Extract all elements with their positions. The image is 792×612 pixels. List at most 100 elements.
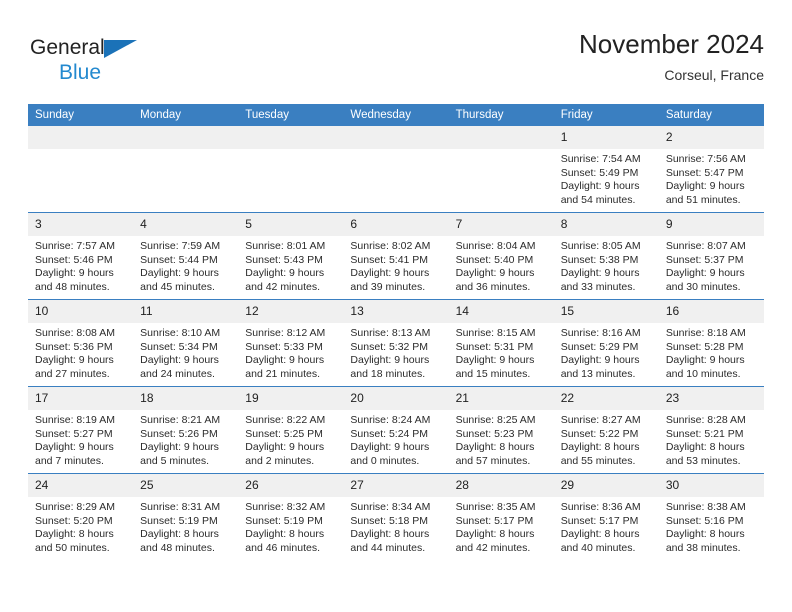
sunrise-text: Sunrise: 7:56 AM	[665, 153, 746, 165]
calendar-week-row: 24 Sunrise: 8:29 AM Sunset: 5:20 PM Dayligh…	[28, 473, 764, 560]
calendar-day-cell[interactable]: 24 Sunrise: 8:29 AM Sunset: 5:20 PM Dayligh…	[28, 473, 134, 560]
day-number: 2	[658, 126, 764, 149]
brand-name-blue: Blue	[59, 61, 102, 84]
day-number: 24	[28, 474, 134, 497]
calendar-page: General Blue November 2024 Corseul, Fran…	[0, 0, 792, 612]
calendar-day-cell[interactable]: 13 Sunrise: 8:13 AM Sunset: 5:32 PM Dayligh…	[343, 299, 449, 387]
calendar-day-cell[interactable]: 19 Sunrise: 8:22 AM Sunset: 5:25 PM Dayligh…	[238, 386, 344, 474]
sunrise-text: Sunrise: 8:07 AM	[665, 240, 746, 252]
sunrise-text: Sunrise: 7:57 AM	[35, 240, 115, 252]
calendar-day-cell[interactable]: 25 Sunrise: 8:31 AM Sunset: 5:19 PM Dayligh…	[133, 473, 239, 560]
daylight-text-line2: and 53 minutes.	[665, 454, 741, 467]
day-details: Sunrise: 8:34 AM Sunset: 5:18 PM Daylight:…	[343, 497, 448, 555]
calendar-week-row: 10 Sunrise: 8:08 AM Sunset: 5:36 PM Dayligh…	[28, 299, 764, 387]
day-number: 20	[343, 387, 449, 410]
calendar-day-cell[interactable]: 28 Sunrise: 8:35 AM Sunset: 5:17 PM Dayligh…	[448, 473, 554, 560]
day-number: 23	[658, 387, 764, 410]
calendar-day-cell[interactable]: 14 Sunrise: 8:15 AM Sunset: 5:31 PM Dayligh…	[448, 299, 554, 387]
brand-logo[interactable]: General Blue	[30, 36, 170, 88]
sunrise-text: Sunrise: 8:36 AM	[560, 501, 641, 513]
calendar-day-cell[interactable]: 11 Sunrise: 8:10 AM Sunset: 5:34 PM Dayligh…	[133, 299, 239, 387]
sunset-text: Sunset: 5:41 PM	[350, 253, 429, 266]
daylight-text-line2: and 27 minutes.	[35, 367, 110, 380]
calendar-day-cell[interactable]: 12 Sunrise: 8:12 AM Sunset: 5:33 PM Dayligh…	[238, 299, 344, 387]
day-details: Sunrise: 8:01 AM Sunset: 5:43 PM Daylight:…	[238, 236, 343, 294]
calendar-day-cell[interactable]: 17 Sunrise: 8:19 AM Sunset: 5:27 PM Dayligh…	[28, 386, 134, 474]
day-number	[28, 126, 134, 149]
day-number: 17	[28, 387, 134, 410]
day-number: 4	[133, 213, 239, 236]
daylight-text-line1: Daylight: 8 hours	[245, 528, 325, 541]
daylight-text-line2: and 21 minutes.	[245, 367, 320, 380]
sunset-text: Sunset: 5:36 PM	[35, 340, 113, 353]
calendar-day-cell[interactable]: 1 Sunrise: 7:54 AM Sunset: 5:49 PM Daylight…	[553, 126, 659, 213]
sunrise-text: Sunrise: 8:12 AM	[245, 327, 326, 339]
daylight-text-line2: and 36 minutes.	[455, 280, 531, 293]
sunset-text: Sunset: 5:28 PM	[665, 340, 744, 353]
calendar-day-cell[interactable]: 8 Sunrise: 8:05 AM Sunset: 5:38 PM Daylight…	[553, 212, 659, 300]
calendar-day-cell-empty	[28, 126, 134, 213]
calendar-day-cell[interactable]: 10 Sunrise: 8:08 AM Sunset: 5:36 PM Dayligh…	[28, 299, 134, 387]
calendar-day-cell[interactable]: 2 Sunrise: 7:56 AM Sunset: 5:47 PM Daylight…	[658, 126, 764, 213]
calendar-day-cell[interactable]: 26 Sunrise: 8:32 AM Sunset: 5:19 PM Dayligh…	[238, 473, 344, 560]
daylight-text-line2: and 54 minutes.	[560, 193, 636, 206]
calendar-day-cell[interactable]: 7 Sunrise: 8:04 AM Sunset: 5:40 PM Daylight…	[448, 212, 554, 300]
calendar-day-cell[interactable]: 29 Sunrise: 8:36 AM Sunset: 5:17 PM Dayligh…	[553, 473, 659, 560]
daylight-text-line2: and 42 minutes.	[455, 541, 531, 554]
daylight-text-line2: and 38 minutes.	[665, 541, 741, 554]
sunrise-text: Sunrise: 8:29 AM	[35, 501, 115, 513]
calendar-day-cell[interactable]: 3 Sunrise: 7:57 AM Sunset: 5:46 PM Daylight…	[28, 212, 134, 300]
calendar-week-row: 3 Sunrise: 7:57 AM Sunset: 5:46 PM Daylight…	[28, 212, 764, 300]
sunrise-text: Sunrise: 8:13 AM	[350, 327, 431, 339]
weekday-header-wednesday: Wednesday	[343, 104, 449, 126]
day-number: 3	[28, 213, 134, 236]
page-header: General Blue November 2024 Corseul, Fran…	[28, 28, 764, 92]
day-number: 25	[133, 474, 239, 497]
day-details: Sunrise: 8:18 AM Sunset: 5:28 PM Daylight:…	[659, 323, 764, 381]
weekday-header-saturday: Saturday	[658, 104, 764, 126]
sunset-text: Sunset: 5:16 PM	[665, 514, 744, 527]
calendar-day-cell[interactable]: 5 Sunrise: 8:01 AM Sunset: 5:43 PM Daylight…	[238, 212, 344, 300]
calendar-day-cell[interactable]: 9 Sunrise: 8:07 AM Sunset: 5:37 PM Daylight…	[658, 212, 764, 300]
calendar-day-cell[interactable]: 21 Sunrise: 8:25 AM Sunset: 5:23 PM Dayligh…	[448, 386, 554, 474]
daylight-text-line2: and 15 minutes.	[455, 367, 531, 380]
calendar-day-cell[interactable]: 23 Sunrise: 8:28 AM Sunset: 5:21 PM Dayligh…	[658, 386, 764, 474]
daylight-text-line2: and 30 minutes.	[665, 280, 741, 293]
day-details: Sunrise: 8:05 AM Sunset: 5:38 PM Daylight:…	[554, 236, 659, 294]
daylight-text-line2: and 57 minutes.	[455, 454, 531, 467]
day-number	[238, 126, 344, 149]
day-number: 6	[343, 213, 449, 236]
calendar-day-cell[interactable]: 18 Sunrise: 8:21 AM Sunset: 5:26 PM Dayligh…	[133, 386, 239, 474]
day-details: Sunrise: 8:04 AM Sunset: 5:40 PM Daylight:…	[449, 236, 554, 294]
daylight-text-line1: Daylight: 9 hours	[455, 354, 535, 367]
daylight-text-line1: Daylight: 9 hours	[245, 441, 325, 454]
sunrise-text: Sunrise: 8:35 AM	[455, 501, 536, 513]
daylight-text-line1: Daylight: 9 hours	[455, 267, 535, 280]
daylight-text-line1: Daylight: 9 hours	[140, 354, 219, 367]
day-details: Sunrise: 8:02 AM Sunset: 5:41 PM Daylight:…	[343, 236, 448, 294]
day-number: 19	[238, 387, 344, 410]
calendar-day-cell[interactable]: 30 Sunrise: 8:38 AM Sunset: 5:16 PM Dayligh…	[658, 473, 764, 560]
calendar-day-cell[interactable]: 4 Sunrise: 7:59 AM Sunset: 5:44 PM Daylight…	[133, 212, 239, 300]
calendar-day-cell[interactable]: 16 Sunrise: 8:18 AM Sunset: 5:28 PM Dayligh…	[658, 299, 764, 387]
calendar-day-cell[interactable]: 6 Sunrise: 8:02 AM Sunset: 5:41 PM Daylight…	[343, 212, 449, 300]
day-details: Sunrise: 8:13 AM Sunset: 5:32 PM Daylight:…	[343, 323, 448, 381]
day-number	[448, 126, 554, 149]
calendar-day-cell[interactable]: 20 Sunrise: 8:24 AM Sunset: 5:24 PM Dayligh…	[343, 386, 449, 474]
sunrise-text: Sunrise: 8:38 AM	[665, 501, 746, 513]
calendar-day-cell[interactable]: 22 Sunrise: 8:27 AM Sunset: 5:22 PM Dayligh…	[553, 386, 659, 474]
location-subtitle: Corseul, France	[664, 67, 764, 83]
title-block: November 2024 Corseul, France	[579, 28, 764, 84]
calendar-day-cell[interactable]: 27 Sunrise: 8:34 AM Sunset: 5:18 PM Dayligh…	[343, 473, 449, 560]
day-details: Sunrise: 8:16 AM Sunset: 5:29 PM Daylight:…	[554, 323, 659, 381]
sunset-text: Sunset: 5:32 PM	[350, 340, 429, 353]
daylight-text-line2: and 33 minutes.	[560, 280, 636, 293]
day-number: 10	[28, 300, 134, 323]
sunset-text: Sunset: 5:17 PM	[455, 514, 534, 527]
sunset-text: Sunset: 5:46 PM	[35, 253, 113, 266]
sunrise-text: Sunrise: 8:16 AM	[560, 327, 641, 339]
sunset-text: Sunset: 5:31 PM	[455, 340, 534, 353]
calendar-day-cell[interactable]: 15 Sunrise: 8:16 AM Sunset: 5:29 PM Dayligh…	[553, 299, 659, 387]
sunrise-text: Sunrise: 8:28 AM	[665, 414, 746, 426]
calendar-table: Sunday Monday Tuesday Wednesday Thursday Frid…	[28, 104, 764, 560]
